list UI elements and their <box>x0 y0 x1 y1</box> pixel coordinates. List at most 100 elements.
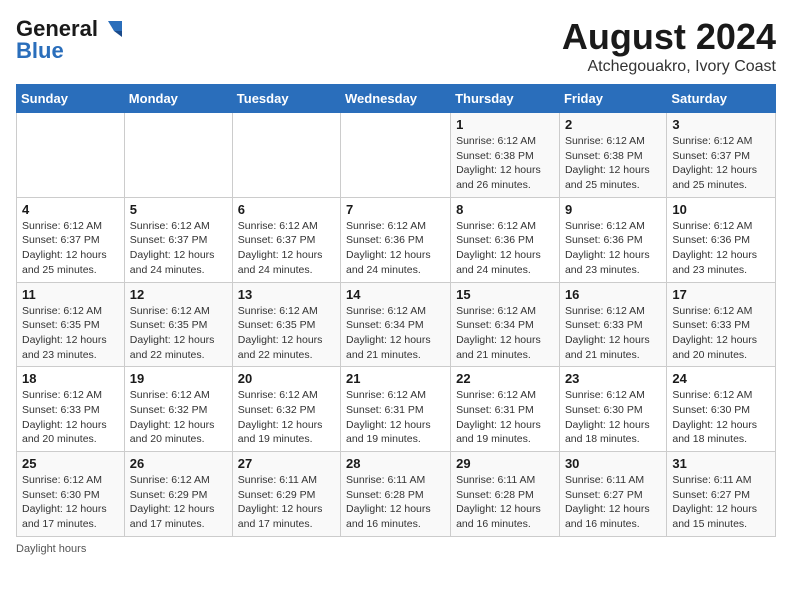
day-info: Sunrise: 6:12 AM Sunset: 6:36 PM Dayligh… <box>672 219 770 278</box>
column-header-saturday: Saturday <box>667 85 776 113</box>
calendar-cell <box>17 113 125 198</box>
calendar-cell: 22Sunrise: 6:12 AM Sunset: 6:31 PM Dayli… <box>451 367 560 452</box>
day-number: 27 <box>238 456 335 471</box>
calendar-cell: 18 Sunrise: 6:12 AM Sunset: 6:33 PM Dayli… <box>17 367 125 452</box>
calendar-cell: 26Sunrise: 6:12 AM Sunset: 6:29 PM Dayli… <box>124 452 232 537</box>
day-info: Sunrise: 6:12 AM Sunset: 6:36 PM Dayligh… <box>565 219 661 278</box>
calendar-cell: 5Sunrise: 6:12 AM Sunset: 6:37 PM Daylig… <box>124 197 232 282</box>
day-info: Sunrise: 6:12 AM Sunset: 6:30 PM Dayligh… <box>672 388 770 447</box>
column-header-friday: Friday <box>559 85 666 113</box>
day-number: 3 <box>672 117 770 132</box>
calendar-week-row: 1 Sunrise: 6:12 AM Sunset: 6:38 PM Daylig… <box>17 113 776 198</box>
day-number: 9 <box>565 202 661 217</box>
location-title: Atchegouakro, Ivory Coast <box>562 58 776 76</box>
day-number: 24 <box>672 371 770 386</box>
calendar-cell: 11Sunrise: 6:12 AM Sunset: 6:35 PM Dayli… <box>17 282 125 367</box>
footer-note: Daylight hours <box>16 543 776 555</box>
day-number: 29 <box>456 456 554 471</box>
calendar-cell: 25 Sunrise: 6:12 AM Sunset: 6:30 PM Dayli… <box>17 452 125 537</box>
day-number: 18 <box>22 371 119 386</box>
column-header-wednesday: Wednesday <box>341 85 451 113</box>
calendar-cell: 6Sunrise: 6:12 AM Sunset: 6:37 PM Daylig… <box>232 197 340 282</box>
logo-icon <box>100 21 122 37</box>
day-number: 19 <box>130 371 227 386</box>
day-info: Sunrise: 6:12 AM Sunset: 6:37 PM Dayligh… <box>130 219 227 278</box>
column-header-monday: Monday <box>124 85 232 113</box>
header: General Blue August 2024 Atchegouakro, I… <box>16 16 776 76</box>
calendar-cell: 10 Sunrise: 6:12 AM Sunset: 6:36 PM Dayli… <box>667 197 776 282</box>
day-number: 10 <box>672 202 770 217</box>
day-info: Sunrise: 6:12 AM Sunset: 6:37 PM Dayligh… <box>672 134 770 193</box>
calendar-cell: 12 Sunrise: 6:12 AM Sunset: 6:35 PM Dayli… <box>124 282 232 367</box>
day-info: Sunrise: 6:12 AM Sunset: 6:33 PM Dayligh… <box>672 304 770 363</box>
calendar-cell <box>232 113 340 198</box>
day-info: Sunrise: 6:12 AM Sunset: 6:38 PM Dayligh… <box>456 134 554 193</box>
calendar-cell: 3 Sunrise: 6:12 AM Sunset: 6:37 PM Daylig… <box>667 113 776 198</box>
day-number: 14 <box>346 287 445 302</box>
month-title: August 2024 <box>562 16 776 58</box>
day-number: 31 <box>672 456 770 471</box>
day-info: Sunrise: 6:12 AM Sunset: 6:34 PM Dayligh… <box>456 304 554 363</box>
calendar-cell: 27 Sunrise: 6:11 AM Sunset: 6:29 PM Dayli… <box>232 452 340 537</box>
day-info: Sunrise: 6:12 AM Sunset: 6:34 PM Dayligh… <box>346 304 445 363</box>
calendar-header-row: SundayMondayTuesdayWednesdayThursdayFrid… <box>17 85 776 113</box>
column-header-sunday: Sunday <box>17 85 125 113</box>
day-number: 7 <box>346 202 445 217</box>
day-info: Sunrise: 6:12 AM Sunset: 6:30 PM Dayligh… <box>22 473 119 532</box>
calendar-week-row: 4 Sunrise: 6:12 AM Sunset: 6:37 PM Daylig… <box>17 197 776 282</box>
column-header-tuesday: Tuesday <box>232 85 340 113</box>
day-info: Sunrise: 6:12 AM Sunset: 6:35 PM Dayligh… <box>22 304 119 363</box>
day-number: 15 <box>456 287 554 302</box>
day-info: Sunrise: 6:12 AM Sunset: 6:31 PM Dayligh… <box>346 388 445 447</box>
calendar-cell: 1 Sunrise: 6:12 AM Sunset: 6:38 PM Daylig… <box>451 113 560 198</box>
day-number: 16 <box>565 287 661 302</box>
day-number: 2 <box>565 117 661 132</box>
calendar-cell: 31Sunrise: 6:11 AM Sunset: 6:27 PM Dayli… <box>667 452 776 537</box>
calendar-cell: 30 Sunrise: 6:11 AM Sunset: 6:27 PM Dayli… <box>559 452 666 537</box>
calendar-cell: 7 Sunrise: 6:12 AM Sunset: 6:36 PM Daylig… <box>341 197 451 282</box>
day-number: 6 <box>238 202 335 217</box>
day-info: Sunrise: 6:11 AM Sunset: 6:28 PM Dayligh… <box>456 473 554 532</box>
day-number: 30 <box>565 456 661 471</box>
day-info: Sunrise: 6:11 AM Sunset: 6:29 PM Dayligh… <box>238 473 335 532</box>
calendar-cell: 29 Sunrise: 6:11 AM Sunset: 6:28 PM Dayli… <box>451 452 560 537</box>
calendar-cell: 9 Sunrise: 6:12 AM Sunset: 6:36 PM Daylig… <box>559 197 666 282</box>
day-info: Sunrise: 6:12 AM Sunset: 6:36 PM Dayligh… <box>346 219 445 278</box>
logo: General Blue <box>16 16 122 64</box>
calendar-cell: 21 Sunrise: 6:12 AM Sunset: 6:31 PM Dayli… <box>341 367 451 452</box>
calendar-cell: 20Sunrise: 6:12 AM Sunset: 6:32 PM Dayli… <box>232 367 340 452</box>
calendar-cell: 14 Sunrise: 6:12 AM Sunset: 6:34 PM Dayli… <box>341 282 451 367</box>
logo-blue: Blue <box>16 38 64 64</box>
calendar-cell: 23 Sunrise: 6:12 AM Sunset: 6:30 PM Dayli… <box>559 367 666 452</box>
day-info: Sunrise: 6:11 AM Sunset: 6:27 PM Dayligh… <box>565 473 661 532</box>
day-number: 20 <box>238 371 335 386</box>
calendar-cell: 15 Sunrise: 6:12 AM Sunset: 6:34 PM Dayli… <box>451 282 560 367</box>
day-number: 12 <box>130 287 227 302</box>
day-number: 1 <box>456 117 554 132</box>
calendar-week-row: 11Sunrise: 6:12 AM Sunset: 6:35 PM Dayli… <box>17 282 776 367</box>
calendar-week-row: 18 Sunrise: 6:12 AM Sunset: 6:33 PM Dayli… <box>17 367 776 452</box>
day-number: 23 <box>565 371 661 386</box>
calendar-cell: 24 Sunrise: 6:12 AM Sunset: 6:30 PM Dayli… <box>667 367 776 452</box>
day-number: 25 <box>22 456 119 471</box>
calendar-cell: 8Sunrise: 6:12 AM Sunset: 6:36 PM Daylig… <box>451 197 560 282</box>
column-header-thursday: Thursday <box>451 85 560 113</box>
day-info: Sunrise: 6:12 AM Sunset: 6:37 PM Dayligh… <box>22 219 119 278</box>
day-info: Sunrise: 6:12 AM Sunset: 6:38 PM Dayligh… <box>565 134 661 193</box>
day-info: Sunrise: 6:12 AM Sunset: 6:31 PM Dayligh… <box>456 388 554 447</box>
day-info: Sunrise: 6:12 AM Sunset: 6:29 PM Dayligh… <box>130 473 227 532</box>
calendar-cell: 19 Sunrise: 6:12 AM Sunset: 6:32 PM Dayli… <box>124 367 232 452</box>
title-area: August 2024 Atchegouakro, Ivory Coast <box>562 16 776 76</box>
day-number: 13 <box>238 287 335 302</box>
day-info: Sunrise: 6:12 AM Sunset: 6:32 PM Dayligh… <box>130 388 227 447</box>
day-number: 4 <box>22 202 119 217</box>
calendar-cell: 4 Sunrise: 6:12 AM Sunset: 6:37 PM Daylig… <box>17 197 125 282</box>
day-number: 21 <box>346 371 445 386</box>
calendar-cell <box>341 113 451 198</box>
day-info: Sunrise: 6:12 AM Sunset: 6:36 PM Dayligh… <box>456 219 554 278</box>
day-number: 17 <box>672 287 770 302</box>
calendar-cell: 17 Sunrise: 6:12 AM Sunset: 6:33 PM Dayli… <box>667 282 776 367</box>
day-info: Sunrise: 6:12 AM Sunset: 6:33 PM Dayligh… <box>22 388 119 447</box>
day-info: Sunrise: 6:12 AM Sunset: 6:30 PM Dayligh… <box>565 388 661 447</box>
day-info: Sunrise: 6:12 AM Sunset: 6:35 PM Dayligh… <box>130 304 227 363</box>
